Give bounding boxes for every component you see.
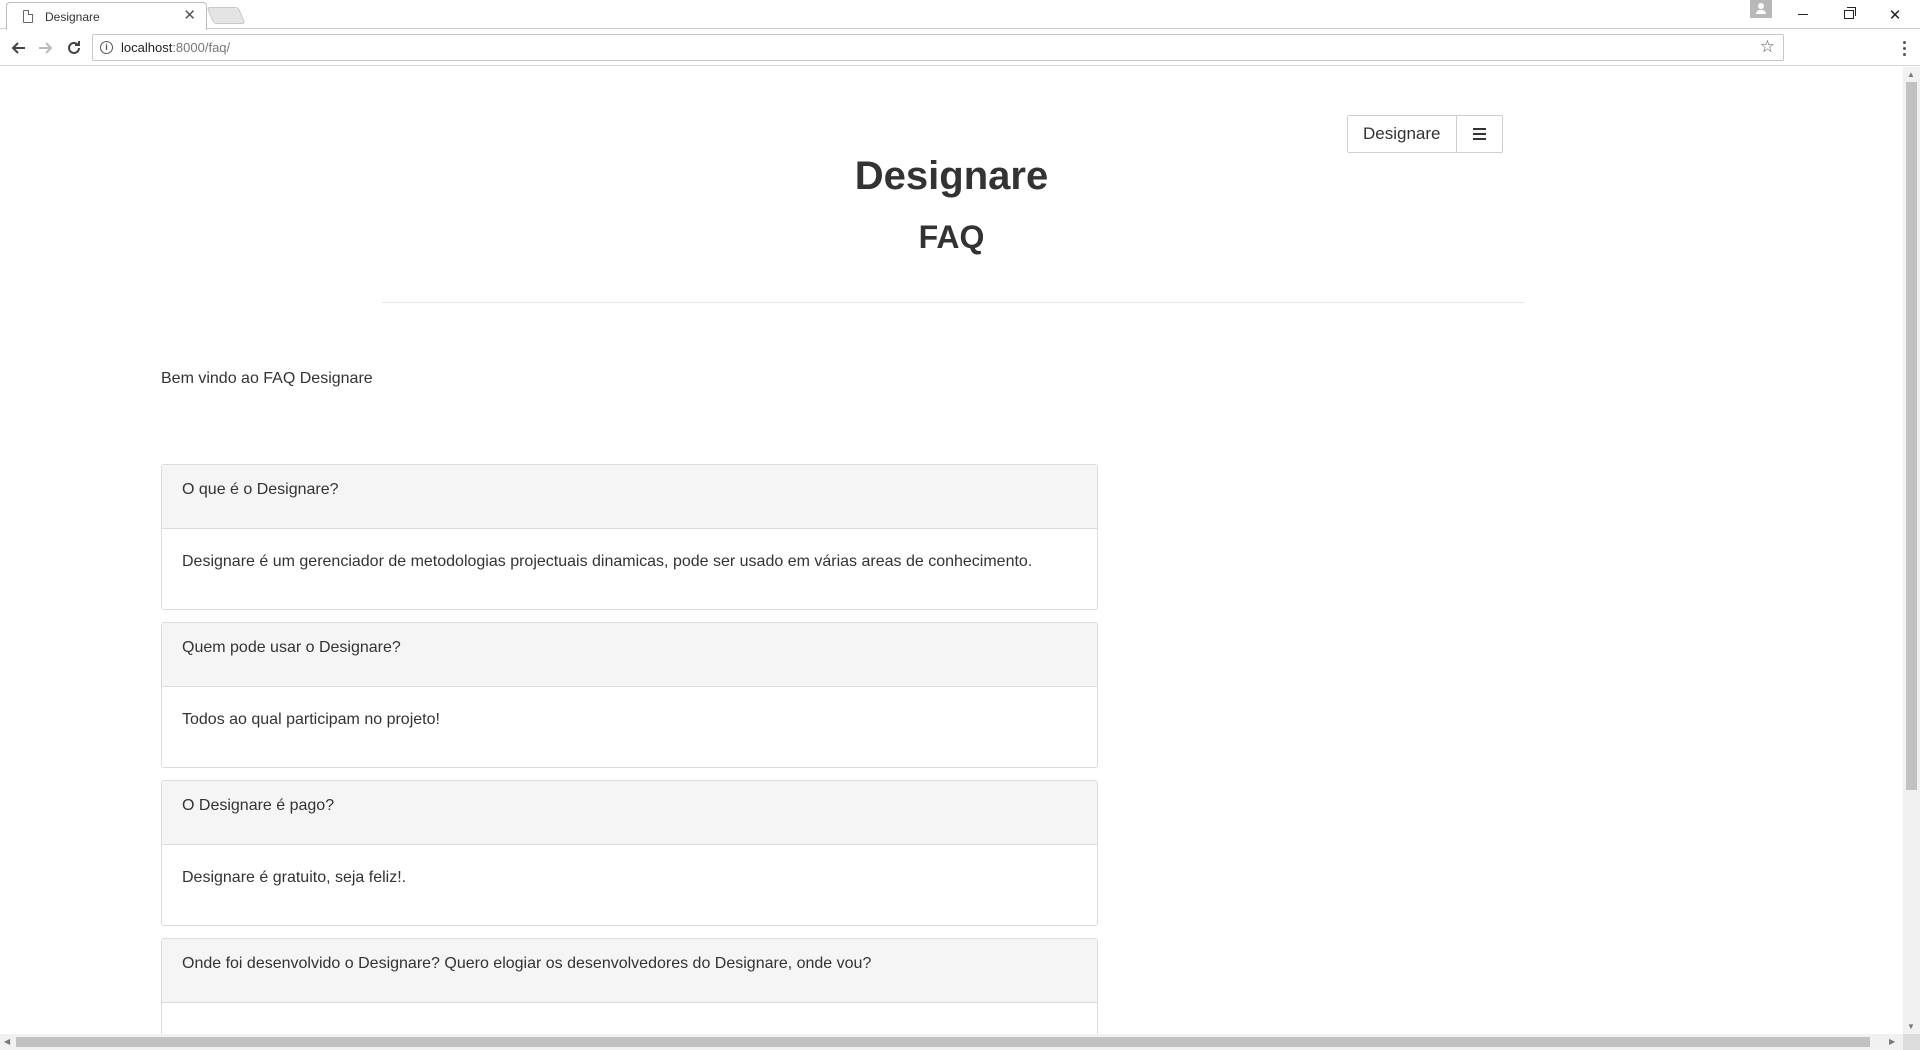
faq-item: Onde foi desenvolvido o Designare? Quero…: [161, 938, 1098, 1034]
faq-item: O Designare é pago? Designare é gratuito…: [161, 780, 1098, 926]
arrow-right-icon: [39, 42, 53, 54]
kebab-menu-icon[interactable]: [1894, 36, 1914, 60]
profile-icon[interactable]: [1750, 0, 1772, 18]
intro-text: Bem vindo ao FAQ Designare: [161, 370, 373, 387]
forward-button[interactable]: [33, 35, 59, 61]
divider: [382, 302, 1524, 303]
reload-button[interactable]: [61, 35, 87, 61]
faq-answer: [162, 1003, 1097, 1034]
restore-button[interactable]: [1826, 0, 1872, 29]
faq-item: Quem pode usar o Designare? Todos ao qua…: [161, 622, 1098, 768]
faq-question[interactable]: Onde foi desenvolvido o Designare? Quero…: [162, 939, 1097, 1003]
faq-answer: Designare é gratuito, seja feliz!.: [182, 869, 407, 886]
faq-item: O que é o Designare? Designare é um gere…: [161, 464, 1098, 610]
url-path: :8000/faq/: [172, 40, 231, 55]
brand-button[interactable]: Designare: [1348, 116, 1456, 152]
tab-close-icon[interactable]: ✕: [183, 7, 196, 25]
minimize-button[interactable]: [1780, 0, 1826, 29]
scroll-down-icon[interactable]: ▼: [1907, 1022, 1915, 1031]
faq-answer: Designare é um gerenciador de metodologi…: [182, 553, 1033, 570]
page-viewport: Designare Designare FAQ Bem vindo ao FAQ…: [0, 67, 1903, 1034]
tab-title: Designare: [45, 10, 100, 24]
faq-question[interactable]: O que é o Designare?: [162, 465, 1097, 529]
faq-question[interactable]: Quem pode usar o Designare?: [162, 623, 1097, 687]
page-title: FAQ: [918, 219, 985, 255]
horizontal-scrollbar[interactable]: ◀ ▶: [0, 1034, 1920, 1050]
faq-question[interactable]: O Designare é pago?: [162, 781, 1097, 845]
bookmark-star-icon[interactable]: ☆: [1760, 37, 1775, 57]
minimize-icon: [1798, 14, 1808, 15]
vertical-scrollbar[interactable]: ▲ ▼: [1903, 67, 1920, 1034]
page-header: Designare Designare FAQ: [0, 67, 1903, 304]
scrollbar-corner: [1903, 1034, 1920, 1050]
close-icon: ✕: [1888, 6, 1902, 24]
scroll-left-icon[interactable]: ◀: [4, 1037, 10, 1046]
address-bar[interactable]: i localhost:8000/faq/ ☆: [92, 34, 1784, 61]
faq-list: O que é o Designare? Designare é um gere…: [161, 464, 1098, 1034]
navbar-button-group: Designare: [1347, 115, 1503, 153]
arrow-left-icon: [11, 42, 25, 54]
page-icon: [23, 10, 33, 23]
url-host: localhost: [121, 40, 173, 55]
site-title: Designare: [854, 154, 1049, 198]
info-icon[interactable]: i: [100, 41, 113, 54]
new-tab-button[interactable]: [206, 7, 246, 24]
scroll-right-icon[interactable]: ▶: [1889, 1037, 1895, 1046]
tab-strip: Designare ✕ ✕: [0, 0, 1920, 30]
hamburger-menu-icon[interactable]: [1455, 116, 1502, 152]
browser-tab-active[interactable]: Designare ✕: [6, 2, 207, 30]
window-close-button[interactable]: ✕: [1872, 0, 1918, 29]
url-text: localhost:8000/faq/: [121, 40, 230, 55]
scroll-up-icon[interactable]: ▲: [1907, 70, 1915, 79]
browser-toolbar: i localhost:8000/faq/ ☆: [0, 30, 1920, 66]
horizontal-scroll-thumb[interactable]: [16, 1037, 1870, 1047]
reload-icon: [68, 41, 80, 54]
faq-answer: Todos ao qual participam no projeto!: [182, 711, 440, 728]
vertical-scroll-thumb[interactable]: [1906, 82, 1917, 790]
back-button[interactable]: [5, 35, 31, 61]
restore-icon: [1844, 7, 1856, 19]
